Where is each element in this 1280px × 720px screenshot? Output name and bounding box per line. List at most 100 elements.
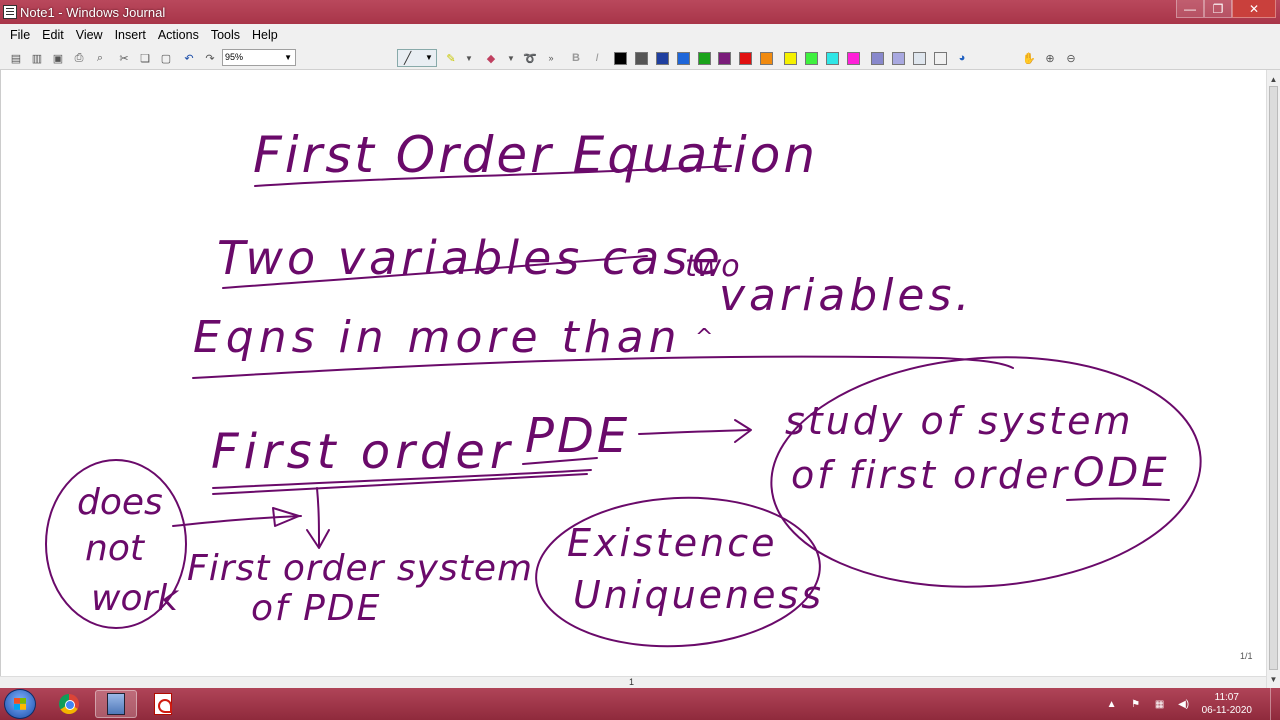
color-swatch[interactable] xyxy=(718,52,731,65)
menu-actions[interactable]: Actions xyxy=(152,28,205,42)
note-canvas[interactable]: First Order Equation Two variables case … xyxy=(0,70,1266,676)
color-swatch[interactable] xyxy=(614,52,627,65)
color-swatch[interactable] xyxy=(892,52,905,65)
lasso-icon[interactable]: ➰ xyxy=(522,50,538,66)
journal-app-icon xyxy=(3,5,17,19)
color-swatch[interactable] xyxy=(847,52,860,65)
bold-button[interactable]: B xyxy=(568,50,584,66)
paste-icon[interactable]: ▢ xyxy=(158,50,174,66)
color-swatch[interactable] xyxy=(913,52,926,65)
chevron-down-icon[interactable]: ▼ xyxy=(503,50,519,66)
color-swatch[interactable] xyxy=(871,52,884,65)
clock[interactable]: 11:07 06-11-2020 xyxy=(1202,691,1252,717)
status-bar: 1 xyxy=(0,676,1266,688)
window-title: Note1 - Windows Journal xyxy=(20,4,166,20)
italic-button[interactable]: I xyxy=(589,50,605,66)
color-swatch[interactable] xyxy=(656,52,669,65)
ink-work: work xyxy=(91,578,180,619)
color-swatch[interactable] xyxy=(677,52,690,65)
save-icon[interactable]: ▣ xyxy=(50,50,66,66)
ink-layer: First Order Equation Two variables case … xyxy=(45,126,1202,648)
ink-eqns-more-than: Eqns in more than xyxy=(193,312,682,363)
pen-tool-button[interactable]: ╱ ▼ xyxy=(397,49,437,67)
cut-icon[interactable]: ✂ xyxy=(116,50,132,66)
clock-date: 06-11-2020 xyxy=(1201,705,1252,716)
zoom-value: 95% xyxy=(225,52,244,62)
color-swatch[interactable] xyxy=(805,52,818,65)
menu-edit[interactable]: Edit xyxy=(36,28,70,42)
menu-bar: File Edit View Insert Actions Tools Help xyxy=(0,24,1280,46)
taskbar: ▲ ⚑ ▦ ◀) 11:07 06-11-2020 xyxy=(0,688,1280,720)
minimize-button[interactable]: — xyxy=(1176,0,1204,18)
menu-view[interactable]: View xyxy=(70,28,109,42)
pan-hand-icon[interactable]: ✋ xyxy=(1021,50,1037,66)
ink-uniqueness: Uniqueness xyxy=(573,573,824,617)
ink-title: First Order Equation xyxy=(253,126,818,184)
new-note-icon[interactable]: ▤ xyxy=(8,50,24,66)
ink-pde: PDE xyxy=(525,408,630,464)
ink-two-variables-case: Two variables case xyxy=(217,231,724,285)
restore-button[interactable]: ❐ xyxy=(1204,0,1232,18)
volume-icon[interactable]: ◀) xyxy=(1177,697,1191,711)
color-swatch[interactable] xyxy=(826,52,839,65)
ink-first-order: First order xyxy=(211,424,515,480)
toolbar: ▤ ▥ ▣ ⎙ ⌕ ✂ ❏ ▢ ↶ ↷ 95% ▼ ╱ ▼ ✎ ▼ ◆ ▼ ➰ … xyxy=(0,46,1280,70)
scroll-down-icon[interactable]: ▼ xyxy=(1267,672,1280,686)
clock-time: 11:07 xyxy=(1214,692,1239,703)
taskbar-chrome[interactable] xyxy=(48,690,90,718)
scroll-thumb[interactable] xyxy=(1269,86,1278,670)
zoom-out-icon[interactable]: ⊖ xyxy=(1063,50,1079,66)
redo-icon[interactable]: ↷ xyxy=(202,50,218,66)
color-swatch[interactable] xyxy=(784,52,797,65)
pen-icon: ╱ xyxy=(404,51,412,65)
print-icon[interactable]: ⎙ xyxy=(71,50,87,66)
start-button[interactable] xyxy=(4,689,36,719)
flag-icon[interactable]: ⚑ xyxy=(1129,697,1143,711)
pdf-reader-icon xyxy=(154,693,172,715)
chevron-down-icon: ▼ xyxy=(425,53,433,62)
ink-of-pde: of PDE xyxy=(251,588,381,629)
overflow-icon[interactable]: » xyxy=(543,50,559,66)
ink-ode: ODE xyxy=(1073,450,1170,496)
find-icon[interactable]: ⌕ xyxy=(92,50,108,66)
open-icon[interactable]: ▥ xyxy=(29,50,45,66)
color-swatch[interactable] xyxy=(760,52,773,65)
color-swatch[interactable] xyxy=(698,52,711,65)
menu-help[interactable]: Help xyxy=(246,28,284,42)
taskbar-pdf-reader[interactable] xyxy=(142,690,184,718)
undo-icon[interactable]: ↶ xyxy=(181,50,197,66)
eraser-icon[interactable]: ◆ xyxy=(483,50,499,66)
ink-not: not xyxy=(85,528,146,569)
ink-existence: Existence xyxy=(567,521,778,565)
scroll-up-icon[interactable]: ▲ xyxy=(1267,72,1280,86)
menu-file[interactable]: File xyxy=(4,28,36,42)
menu-insert[interactable]: Insert xyxy=(109,28,152,42)
menu-tools[interactable]: Tools xyxy=(205,28,246,42)
zoom-select[interactable]: 95% ▼ xyxy=(222,49,296,66)
color-options-icon[interactable]: ◕ xyxy=(954,50,970,66)
network-icon[interactable]: ▦ xyxy=(1153,697,1167,711)
ink-variables: variables. xyxy=(719,270,973,321)
chevron-down-icon: ▼ xyxy=(284,53,292,62)
title-bar: Note1 - Windows Journal — ❐ ✕ xyxy=(0,0,1280,24)
show-hidden-icons-icon[interactable]: ▲ xyxy=(1105,697,1119,711)
vertical-scrollbar[interactable]: ▲ ▼ xyxy=(1266,70,1280,688)
page-number: 1 xyxy=(629,677,635,687)
highlighter-icon[interactable]: ✎ xyxy=(443,50,459,66)
windows-journal-icon xyxy=(107,693,125,715)
color-swatch[interactable] xyxy=(739,52,752,65)
show-desktop-button[interactable] xyxy=(1270,688,1280,720)
copy-icon[interactable]: ❏ xyxy=(137,50,153,66)
chrome-icon xyxy=(59,694,79,714)
ink-of-first-order: of first order xyxy=(791,453,1070,497)
page-indicator: 1/1 xyxy=(1240,651,1253,661)
zoom-in-icon[interactable]: ⊕ xyxy=(1042,50,1058,66)
color-swatch[interactable] xyxy=(635,52,648,65)
ink-caret: ^ xyxy=(695,325,713,350)
color-swatch[interactable] xyxy=(934,52,947,65)
ink-study-of-system: study of system xyxy=(785,399,1134,443)
window-controls: — ❐ ✕ xyxy=(1176,0,1276,18)
taskbar-windows-journal[interactable] xyxy=(95,690,137,718)
chevron-down-icon[interactable]: ▼ xyxy=(461,50,477,66)
close-button[interactable]: ✕ xyxy=(1232,0,1276,18)
